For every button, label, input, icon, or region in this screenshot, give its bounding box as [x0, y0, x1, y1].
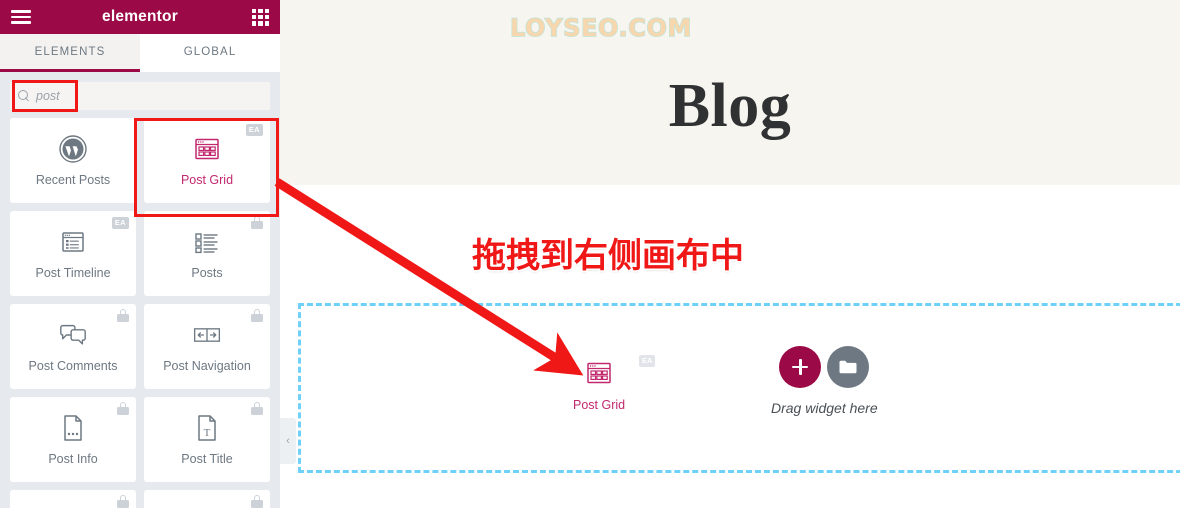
widget-label: Post Grid	[180, 173, 234, 187]
drop-zone[interactable]: EA Post Grid Drag widget here	[298, 303, 1180, 473]
folder-icon	[839, 360, 857, 374]
lock-icon	[117, 402, 129, 415]
panel-header: elementor	[0, 0, 280, 34]
drag-widget-hint: Drag widget here	[771, 400, 878, 416]
lock-icon	[251, 309, 263, 322]
widget-card-post-grid[interactable]: EA Post Grid	[144, 118, 270, 203]
search-icon	[18, 90, 30, 102]
tab-global[interactable]: GLOBAL	[140, 34, 280, 72]
comments-icon	[60, 324, 86, 345]
widget-card-post-timeline[interactable]: EA Post Timeline	[10, 211, 136, 296]
watermark: LOYSEO.COM	[509, 13, 692, 42]
post-navigation-icon	[193, 328, 221, 342]
wordpress-icon	[59, 135, 87, 163]
post-title-icon: T	[198, 415, 216, 441]
ea-badge: EA	[111, 217, 129, 229]
lock-icon	[117, 495, 129, 508]
lock-icon	[251, 216, 263, 229]
ea-badge: EA	[639, 355, 656, 367]
search-input-value: post	[36, 89, 60, 103]
widget-card-post-title[interactable]: T Post Title	[144, 397, 270, 482]
grid-apps-icon[interactable]	[252, 8, 269, 26]
post-info-icon	[64, 415, 82, 441]
hero-section: Blog	[280, 0, 1180, 185]
ghost-widget-label: Post Grid	[573, 398, 626, 412]
widget-label: Post Info	[48, 452, 98, 466]
page-canvas: Blog LOYSEO.COM 拖拽到右侧画布中 EA Post Grid Dr…	[280, 0, 1180, 508]
annotation-text: 拖拽到右侧画布中	[472, 236, 744, 276]
widget-card-posts[interactable]: Posts	[144, 211, 270, 296]
page-title: Blog	[668, 72, 792, 140]
widget-card-recent-posts[interactable]: Recent Posts	[10, 118, 136, 203]
widget-label: Post Navigation	[163, 359, 251, 373]
post-timeline-icon	[62, 232, 84, 252]
ea-badge: EA	[245, 124, 263, 136]
lock-icon	[251, 495, 263, 508]
add-new-section-button[interactable]	[779, 346, 822, 388]
post-grid-icon	[195, 138, 219, 160]
widget-label: Recent Posts	[35, 173, 111, 187]
widget-card-post-info[interactable]: Post Info	[10, 397, 136, 482]
widget-card-post-navigation[interactable]: Post Navigation	[144, 304, 270, 389]
widget-label: Posts	[191, 266, 223, 280]
elementor-editor: elementor ELEMENTS GLOBAL post Recent Po…	[0, 0, 1180, 508]
widget-card-partial-right[interactable]	[144, 490, 270, 508]
hamburger-icon[interactable]	[11, 10, 31, 24]
search-container: post	[0, 72, 280, 118]
add-template-button[interactable]	[827, 346, 870, 388]
tab-elements[interactable]: ELEMENTS	[0, 34, 140, 72]
post-grid-icon	[587, 362, 611, 384]
widget-card-partial-left[interactable]	[10, 490, 136, 508]
widget-label: Post Comments	[28, 359, 118, 373]
lock-icon	[117, 309, 129, 322]
collapse-panel-button[interactable]: ‹	[280, 418, 296, 464]
search-input[interactable]: post	[10, 82, 270, 110]
elementor-logo: elementor	[102, 8, 178, 25]
widget-card-post-comments[interactable]: Post Comments	[10, 304, 136, 389]
widget-panel: elementor ELEMENTS GLOBAL post Recent Po…	[0, 0, 280, 508]
widget-grid: Recent Posts EA Post Grid EA Post Timeli…	[0, 118, 280, 508]
dragged-widget-ghost[interactable]: EA Post Grid	[573, 355, 656, 412]
widget-label: Post Timeline	[35, 266, 111, 280]
widget-label: Post Title	[181, 452, 233, 466]
lock-icon	[251, 402, 263, 415]
add-section-controls: Drag widget here	[771, 346, 878, 416]
add-buttons	[779, 346, 870, 388]
panel-tabs: ELEMENTS GLOBAL	[0, 34, 280, 72]
posts-list-icon	[195, 233, 218, 254]
plus-icon	[792, 359, 809, 375]
svg-text:T: T	[204, 427, 211, 439]
